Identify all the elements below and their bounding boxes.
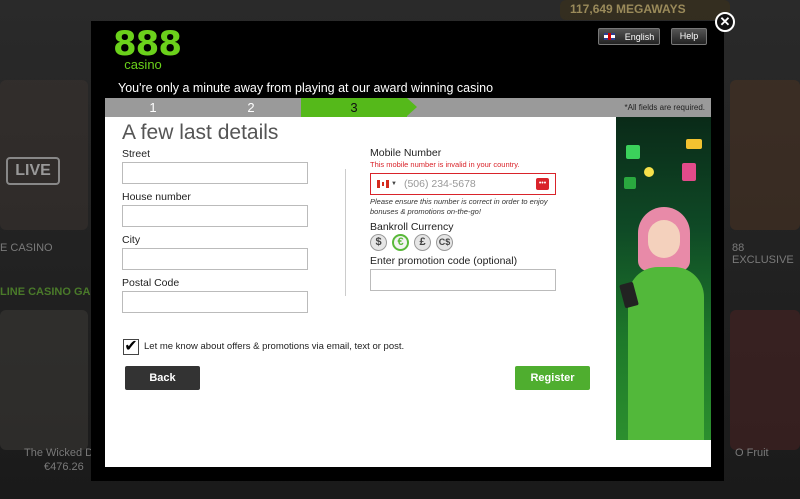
bg-live-badge: LIVE — [6, 157, 60, 185]
bg-casino-label: E CASINO — [0, 242, 53, 254]
currency-pound-option[interactable]: £ — [414, 234, 431, 251]
street-label: Street — [122, 148, 151, 160]
promotion-code-input[interactable] — [370, 269, 556, 291]
step-active-chevron — [407, 98, 417, 116]
woman-body — [628, 267, 704, 440]
currency-euro-option[interactable]: € — [392, 234, 409, 251]
mobile-hint-text: Please ensure this number is correct in … — [370, 197, 548, 216]
dice-icon — [624, 177, 636, 189]
column-divider — [345, 169, 346, 296]
mobile-number-field[interactable]: ▼ (506) 234-5678 ••• — [370, 173, 556, 195]
gift-icon — [682, 163, 696, 181]
bg-game-tile — [730, 80, 800, 230]
currency-dollar-option[interactable]: $ — [370, 234, 387, 251]
bg-game-right-name: O Fruit — [735, 447, 769, 459]
keypad-icon: ••• — [536, 178, 549, 190]
register-button[interactable]: Register — [515, 366, 590, 390]
canada-flag-icon[interactable] — [377, 180, 389, 188]
step-3: 3 — [301, 98, 407, 117]
form-panel: A few last details Street House number C… — [105, 117, 711, 467]
house-number-label: House number — [122, 191, 191, 203]
bg-game-left-value: €476.26 — [44, 461, 84, 473]
form-heading: A few last details — [122, 121, 279, 144]
woman-face — [648, 220, 680, 258]
bg-game-tile — [730, 310, 800, 450]
postal-code-label: Postal Code — [122, 277, 180, 289]
chevron-down-icon[interactable]: ▼ — [391, 181, 397, 187]
crown-icon — [686, 139, 702, 149]
mobile-error-text: This mobile number is invalid in your co… — [370, 160, 520, 169]
step-2: 2 — [201, 98, 301, 117]
consent-checkbox[interactable]: ✔ — [123, 339, 139, 355]
language-button[interactable]: English — [598, 28, 660, 45]
currency-cad-option[interactable]: C$ — [436, 234, 453, 251]
promo-image — [616, 117, 711, 440]
mobile-number-input[interactable]: (506) 234-5678 — [404, 178, 536, 190]
tagline: You're only a minute away from playing a… — [118, 81, 494, 95]
close-button[interactable]: ✕ — [715, 12, 735, 32]
bankroll-currency-label: Bankroll Currency — [370, 221, 454, 233]
step-progress: 1 2 3 *All fields are required. — [105, 98, 711, 117]
bg-exclusive-label: 88 EXCLUSIVE — [732, 242, 794, 266]
bg-game-tile — [0, 80, 88, 230]
language-label: English — [624, 31, 655, 42]
promotion-code-label: Enter promotion code (optional) — [370, 255, 518, 267]
bg-game-left-name: The Wicked De — [24, 447, 100, 459]
consent-label: Let me know about offers & promotions vi… — [144, 341, 405, 352]
logo-number: 888 — [113, 24, 182, 64]
bg-section-label: LINE CASINO GA — [0, 286, 91, 298]
help-button[interactable]: Help — [671, 28, 707, 45]
mobile-number-label: Mobile Number — [370, 147, 442, 159]
dice-icon — [626, 145, 640, 159]
city-input[interactable] — [122, 248, 308, 270]
street-input[interactable] — [122, 162, 308, 184]
bg-game-tile — [0, 310, 88, 450]
house-number-input[interactable] — [122, 205, 308, 227]
required-note: *All fields are required. — [624, 103, 705, 112]
back-button[interactable]: Back — [125, 366, 200, 390]
city-label: City — [122, 234, 141, 246]
bg-megaways: 117,649 MEGAWAYS — [570, 2, 686, 16]
uk-flag-icon — [603, 33, 615, 40]
postal-code-input[interactable] — [122, 291, 308, 313]
registration-modal: 888 casino English Help You're only a mi… — [91, 21, 724, 481]
logo: 888 casino — [113, 24, 182, 71]
chip-icon — [644, 167, 654, 177]
step-1: 1 — [105, 98, 201, 117]
